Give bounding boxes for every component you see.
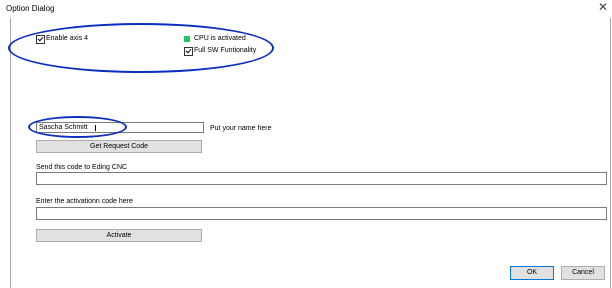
activate-button[interactable]: Activate	[36, 229, 202, 242]
dialog-frame-right	[610, 18, 611, 288]
cpu-status-label: CPU is activated	[194, 35, 246, 42]
ok-button[interactable]: OK	[510, 266, 554, 280]
name-hint: Put your name here	[210, 125, 272, 132]
name-input[interactable]: Sascha Schmitt	[36, 122, 204, 133]
enable-axis4-label: Enable axis 4	[46, 35, 89, 42]
activation-code-label: Enter the activationn code here	[36, 198, 133, 205]
checkmark-icon	[37, 35, 44, 42]
activation-code-input[interactable]	[36, 207, 607, 220]
get-request-code-button[interactable]: Get Request Code	[36, 140, 202, 153]
enable-axis4-checkbox[interactable]	[36, 35, 45, 44]
text-caret	[95, 125, 96, 131]
checkmark-icon	[185, 47, 192, 54]
cpu-status-indicator	[184, 36, 190, 42]
name-input-value: Sascha Schmitt	[39, 124, 88, 131]
full-sw-checkbox[interactable]	[184, 47, 193, 56]
dialog-frame-left	[10, 18, 11, 288]
request-code-field[interactable]	[36, 172, 607, 185]
close-icon[interactable]: ✕	[598, 1, 608, 13]
dialog-title: Option Dialog	[6, 4, 55, 13]
send-code-label: Send this code to Eding CNC	[36, 164, 128, 171]
full-sw-label: Full SW Funtionality	[194, 47, 257, 54]
cancel-button[interactable]: Cancel	[561, 266, 605, 280]
